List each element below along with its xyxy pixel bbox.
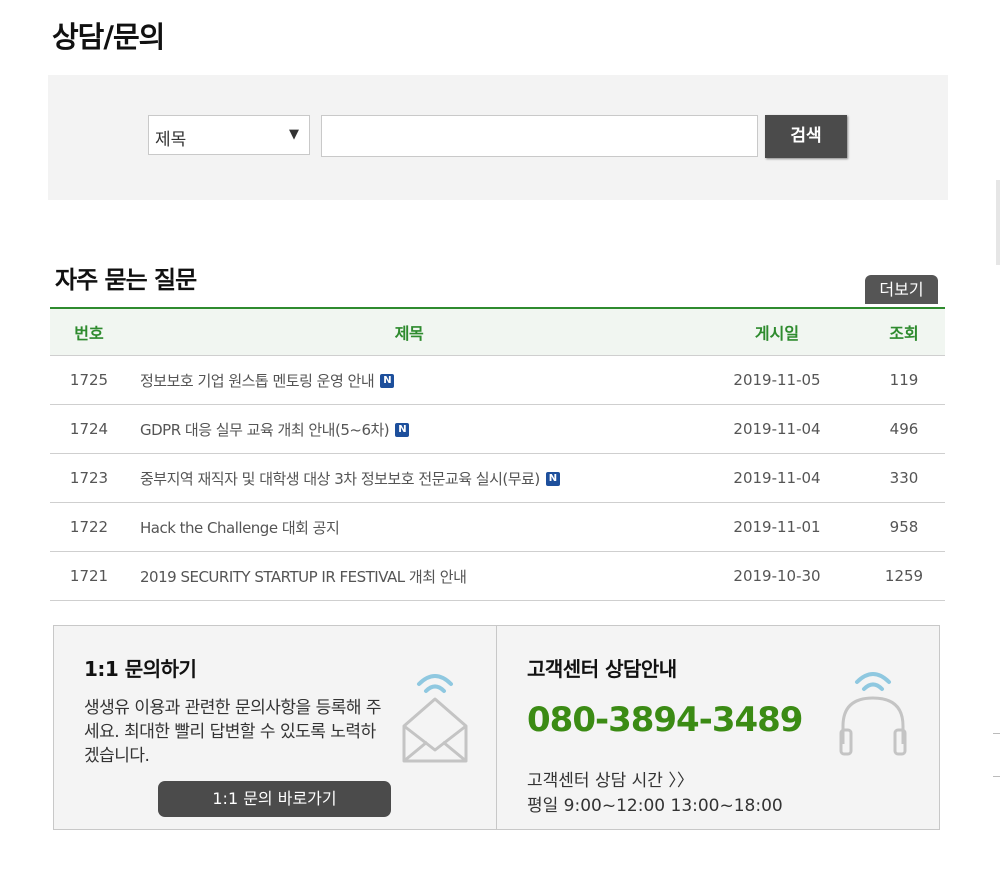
table-row[interactable]: 1725 정보보호 기업 원스톱 멘토링 운영 안내 N 2019-11-05 119	[50, 355, 945, 405]
support-hours-label: 고객센터 상담 시간 〉〉	[527, 771, 694, 791]
column-header-views: 조회	[863, 308, 945, 356]
table-row[interactable]: 1722 Hack the Challenge 대회 공지 2019-11-01 95…	[50, 502, 945, 552]
support-panel: 고객센터 상담안내 080-3894-3489 고객센터 상담 시간 〉〉 평일…	[497, 626, 939, 829]
row-views: 330	[863, 453, 945, 503]
row-title-link[interactable]: 정보보호 기업 원스톱 멘토링 운영 안내	[140, 372, 375, 390]
table-row[interactable]: 1724 GDPR 대응 실무 교육 개최 안내(5~6차) N 2019-11-04…	[50, 404, 945, 454]
row-title-link[interactable]: 2019 SECURITY STARTUP IR FESTIVAL 개최 안내	[140, 568, 467, 586]
more-button[interactable]: 더보기	[865, 275, 938, 304]
headset-icon	[839, 672, 907, 756]
row-date: 2019-10-30	[691, 551, 863, 601]
column-header-no: 번호	[50, 308, 128, 356]
new-badge: N	[395, 423, 410, 437]
support-heading: 고객센터 상담안내	[527, 657, 677, 681]
side-edge-mark	[996, 180, 1000, 265]
row-number: 1722	[50, 502, 128, 552]
row-views: 1259	[863, 551, 945, 601]
table-row[interactable]: 1723 중부지역 재직자 및 대학생 대상 3차 정보보호 전문교육 실시(무료…	[50, 453, 945, 503]
inquiry-description: 생생유 이용과 관련한 문의사항을 등록해 주세요. 최대한 빨리 답변할 수 …	[84, 698, 382, 766]
row-title-link[interactable]: GDPR 대응 실무 교육 개최 안내(5~6차)	[140, 421, 390, 439]
new-badge: N	[545, 472, 560, 486]
row-date: 2019-11-04	[691, 453, 863, 503]
row-number: 1723	[50, 453, 128, 503]
row-title-link[interactable]: 중부지역 재직자 및 대학생 대상 3차 정보보호 전문교육 실시(무료)	[140, 470, 540, 488]
row-date: 2019-11-04	[691, 404, 863, 454]
search-field-select[interactable]: 제목 ▼	[148, 115, 310, 155]
row-title-link[interactable]: Hack the Challenge 대회 공지	[140, 519, 340, 537]
table-row[interactable]: 1721 2019 SECURITY STARTUP IR FESTIVAL 개최…	[50, 551, 945, 601]
faq-section-title: 자주 묻는 질문	[55, 266, 197, 294]
row-title-cell: 정보보호 기업 원스톱 멘토링 운영 안내 N	[128, 355, 691, 405]
faq-table: 번호 제목 게시일 조회 1725 정보보호 기업 원스톱 멘토링 운영 안내 N 2…	[50, 307, 945, 601]
row-number: 1725	[50, 355, 128, 405]
support-phone-number: 080-3894-3489	[527, 700, 803, 740]
table-header-row: 번호 제목 게시일 조회	[50, 308, 945, 356]
row-date: 2019-11-05	[691, 355, 863, 405]
dropdown-arrow-icon: ▼	[289, 127, 299, 142]
search-button[interactable]: 검색	[765, 115, 847, 158]
mail-wifi-icon	[402, 674, 468, 763]
row-date: 2019-11-01	[691, 502, 863, 552]
new-badge: N	[380, 374, 395, 388]
inquiry-heading: 1:1 문의하기	[84, 657, 197, 681]
inquiry-shortcut-button[interactable]: 1:1 문의 바로가기	[158, 781, 391, 817]
row-views: 496	[863, 404, 945, 454]
side-edge-line	[993, 733, 1000, 734]
row-number: 1721	[50, 551, 128, 601]
contact-info-box: 1:1 문의하기 생생유 이용과 관련한 문의사항을 등록해 주세요. 최대한 …	[53, 625, 940, 830]
row-title-cell: 2019 SECURITY STARTUP IR FESTIVAL 개최 안내	[128, 551, 691, 601]
row-title-cell: GDPR 대응 실무 교육 개최 안내(5~6차) N	[128, 404, 691, 454]
inquiry-panel: 1:1 문의하기 생생유 이용과 관련한 문의사항을 등록해 주세요. 최대한 …	[54, 626, 496, 829]
search-input[interactable]	[321, 115, 758, 157]
column-header-date: 게시일	[691, 308, 863, 356]
search-panel: 제목 ▼ 검색	[48, 75, 948, 200]
column-header-title: 제목	[128, 308, 691, 356]
row-number: 1724	[50, 404, 128, 454]
side-edge-line	[993, 776, 1000, 777]
search-field-select-value: 제목	[155, 130, 187, 150]
row-title-cell: Hack the Challenge 대회 공지	[128, 502, 691, 552]
row-title-cell: 중부지역 재직자 및 대학생 대상 3차 정보보호 전문교육 실시(무료) N	[128, 453, 691, 503]
support-hours: 평일 9:00~12:00 13:00~18:00	[527, 796, 783, 816]
page-title: 상담/문의	[52, 20, 165, 54]
row-views: 119	[863, 355, 945, 405]
row-views: 958	[863, 502, 945, 552]
